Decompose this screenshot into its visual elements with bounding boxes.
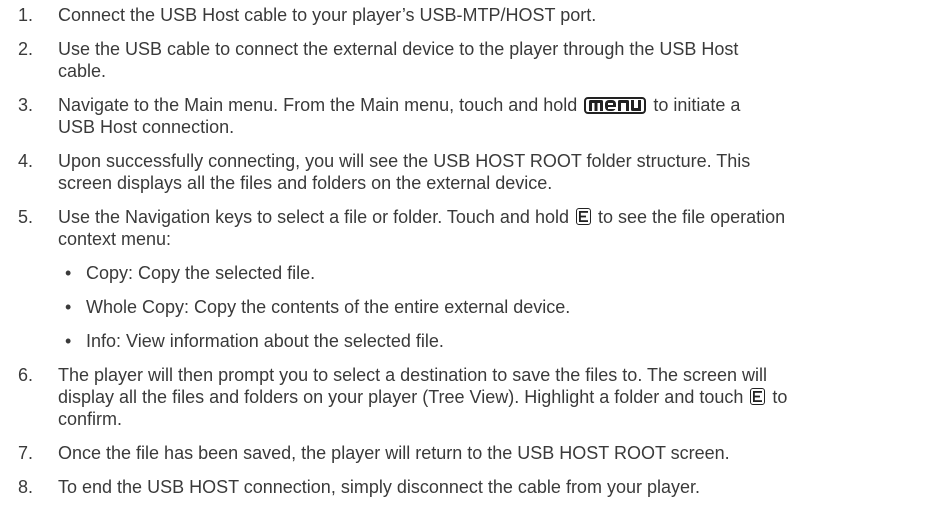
step-number: 8. — [18, 477, 34, 497]
step-text: to initiate a — [653, 95, 741, 115]
step-number: 3. — [18, 95, 34, 115]
step-text-line: Use the Navigation keys to select a file… — [58, 206, 924, 228]
step-text: Connect the USB Host cable to your playe… — [58, 5, 597, 25]
bullet-text: Info: View information about the selecte… — [86, 331, 444, 351]
step-text: To end the USB HOST connection, simply d… — [58, 477, 700, 497]
step-text: screen displays all the files and folder… — [58, 173, 553, 193]
bullet-dot: • — [65, 297, 72, 317]
step-text: USB Host connection. — [58, 117, 235, 137]
step-text-line: Navigate to the Main menu. From the Main… — [58, 94, 924, 116]
step-text: context menu: — [58, 229, 172, 249]
step-text: cable. — [58, 61, 107, 81]
step-text: confirm. — [58, 409, 123, 429]
step-number: 6. — [18, 365, 34, 385]
step-text: Once the file has been saved, the player… — [58, 443, 730, 463]
instruction-page: 1. Connect the USB Host cable to your pl… — [0, 0, 931, 518]
bullet-dot: • — [65, 331, 72, 351]
step-number: 7. — [18, 443, 34, 463]
step-text: The player will then prompt you to selec… — [58, 365, 768, 385]
bullet-text: Whole Copy: Copy the contents of the ent… — [86, 297, 571, 317]
step-text: to — [772, 387, 788, 407]
step-text: Navigate to the Main menu. From the Main… — [58, 95, 578, 115]
step-text: Upon successfully connecting, you will s… — [58, 151, 751, 171]
step-text: Use the USB cable to connect the externa… — [58, 39, 739, 59]
step-number: 4. — [18, 151, 34, 171]
step-number: 5. — [18, 207, 34, 227]
step-text: display all the files and folders on you… — [58, 387, 744, 407]
step-text: to see the file operation — [598, 207, 786, 227]
step-text-line: display all the files and folders on you… — [58, 386, 924, 408]
menu-key-icon — [584, 97, 647, 114]
bullet-text: Copy: Copy the selected file. — [86, 263, 316, 283]
step-number: 2. — [18, 39, 34, 59]
bullet-dot: • — [65, 263, 72, 283]
step-number: 1. — [18, 5, 34, 25]
enter-key-icon — [576, 208, 591, 225]
enter-key-icon — [750, 388, 766, 405]
step-text: Use the Navigation keys to select a file… — [58, 207, 569, 227]
